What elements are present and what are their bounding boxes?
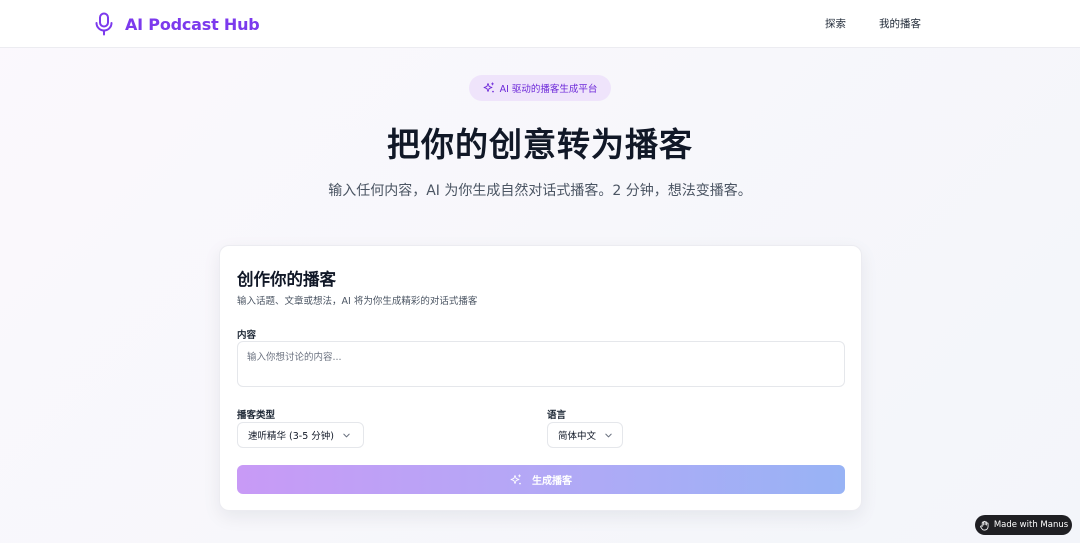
hero-subtitle: 输入任何内容，AI 为你生成自然对话式播客。2 分钟，想法变播客。 (328, 183, 752, 199)
nav-my-podcasts-link[interactable]: 我的播客 (879, 16, 921, 31)
chevron-down-icon (343, 433, 350, 437)
card-title: 创作你的播客 (237, 270, 336, 289)
card-description: 输入话题、文章或想法，AI 将为你生成精彩的对话式播客 (237, 296, 478, 307)
microphone-icon (95, 12, 113, 36)
podcast-type-value: 速听精华 (3-5 分钟) (248, 431, 334, 442)
platform-badge: AI 驱动的播客生成平台 (469, 75, 611, 101)
generate-podcast-button[interactable]: 生成播客 (237, 465, 845, 494)
language-select[interactable]: 简体中文 (547, 422, 623, 448)
podcast-type-label: 播客类型 (237, 410, 276, 421)
language-value: 简体中文 (558, 431, 597, 442)
nav-explore-link[interactable]: 探索 (825, 16, 846, 31)
sparkles-icon (510, 473, 521, 484)
brand-name: AI Podcast Hub (125, 14, 260, 34)
brand-logo[interactable]: AI Podcast Hub (93, 11, 260, 37)
create-podcast-card: 创作你的播客 输入话题、文章或想法，AI 将为你生成精彩的对话式播客 内容 播客… (219, 245, 862, 511)
generate-button-label: 生成播客 (532, 476, 572, 487)
platform-badge-text: AI 驱动的播客生成平台 (499, 84, 598, 95)
hero-title: 把你的创意转为播客 (387, 125, 693, 164)
top-navigation-bar: AI Podcast Hub 探索 我的播客 (0, 0, 1080, 48)
sparkles-icon (483, 82, 494, 93)
made-with-manus-label: Made with Manus (993, 520, 1069, 530)
language-label: 语言 (547, 410, 567, 421)
hand-icon (979, 520, 989, 530)
content-label: 内容 (237, 330, 257, 341)
podcast-type-select[interactable]: 速听精华 (3-5 分钟) (237, 422, 364, 448)
made-with-manus-badge[interactable]: Made with Manus (975, 515, 1072, 535)
chevron-down-icon (605, 433, 612, 437)
content-input[interactable] (237, 341, 845, 387)
